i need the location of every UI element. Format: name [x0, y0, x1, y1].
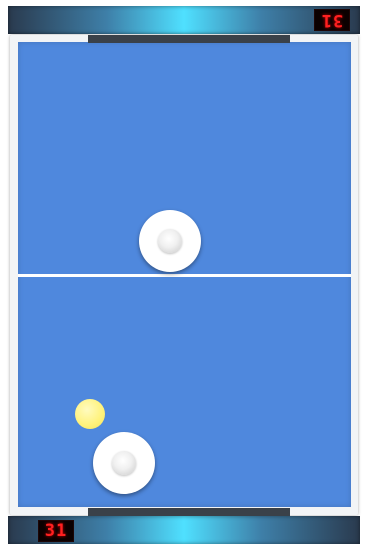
player-mallet-knob[interactable]	[112, 451, 136, 475]
player-score-display: 31	[38, 520, 74, 542]
player-mallet[interactable]	[93, 432, 155, 494]
player-goal	[88, 508, 290, 516]
opponent-mallet-knob	[158, 229, 182, 253]
center-line	[18, 274, 351, 277]
top-score-bar: 31	[8, 6, 360, 34]
opponent-score-display: 31	[314, 9, 350, 31]
opponent-mallet	[139, 210, 201, 272]
puck	[75, 399, 105, 429]
bottom-score-bar: 31	[8, 516, 360, 544]
opponent-goal	[88, 35, 290, 43]
